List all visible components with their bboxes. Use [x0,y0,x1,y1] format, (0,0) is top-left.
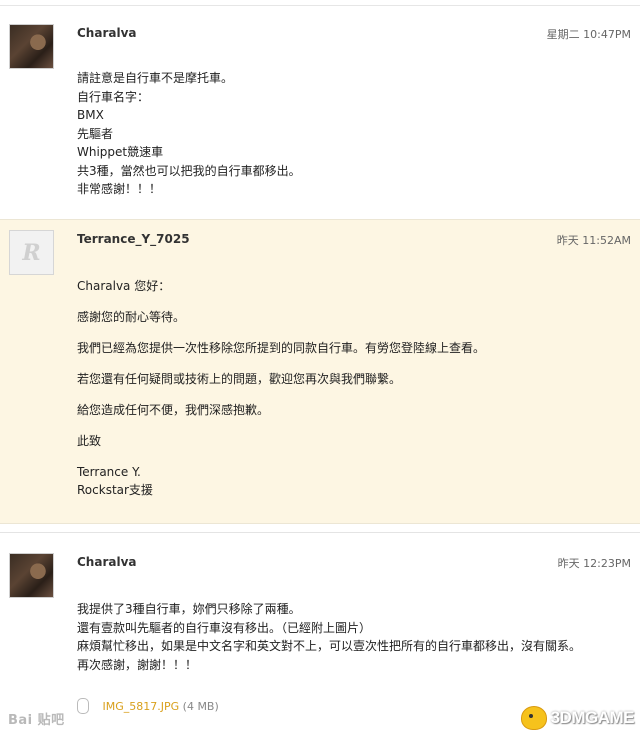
message-body: 我提供了3種自行車，妳們只移除了兩種。 還有壹款叫先驅者的自行車沒有移出。（已經… [77,600,620,674]
message-line: Charalva 您好： [77,279,171,293]
message-line: 麻煩幫忙移出，如果是中文名字和英文對不上，可以壹次性把所有的自行車都移出，沒有關… [77,639,582,653]
message-line: Terrance Y. [77,465,141,479]
message-1: Charalva 星期二 10:47PM 請註意是自行車不是摩托車。 自行車名字… [0,6,640,214]
message-line: 共3種，當然也可以把我的自行車都移出。 [77,163,301,178]
watermark-text: 3DMGAME [550,708,635,727]
message-line: 先驅者 [77,126,114,141]
attachment-size: (4 MB) [182,700,219,713]
message-author[interactable]: Terrance_Y_7025 [77,232,190,246]
mascot-icon [520,706,547,730]
message-3: Charalva 昨天 12:23PM 我提供了3種自行車，妳們只移除了兩種。 … [0,533,640,703]
message-body: 請註意是自行車不是摩托車。 自行車名字： BMX 先驅者 Whippet競速車 … [77,69,620,199]
message-line: 我提供了3種自行車，妳們只移除了兩種。 [77,602,301,616]
message-author[interactable]: Charalva [77,26,137,40]
message-line: 還有壹款叫先驅者的自行車沒有移出。（已經附上圖片） [77,620,372,635]
message-line: Whippet競速車 [77,145,164,159]
message-author[interactable]: Charalva [77,555,137,569]
paperclip-icon [77,698,89,714]
avatar[interactable] [9,24,54,69]
message-body: Charalva 您好： 感謝您的耐心等待。 我們已經為您提供一次性移除您所提到… [77,278,620,513]
message-line: 我們已經為您提供一次性移除您所提到的同款自行車。有勞您登陸線上查看。 [77,341,486,355]
message-line: 再次感謝，謝謝！！！ [77,657,198,672]
message-line: 此致 [77,434,102,448]
message-line: 請註意是自行車不是摩托車。 [77,71,234,85]
message-line: 感謝您的耐心等待。 [77,310,186,324]
baidu-watermark: Bai 贴吧 [8,713,65,728]
message-timestamp: 星期二 10:47PM [546,28,631,41]
attachment: IMG_5817.JPG (4 MB) [77,698,219,715]
message-2: R Terrance_Y_7025 昨天 11:52AM Charalva 您好… [0,219,640,524]
message-line: BMX [77,108,104,122]
message-line: 自行車名字： [77,89,150,104]
message-line: 若您還有任何疑問或技術上的問題，歡迎您再次與我們聯繫。 [77,372,402,386]
message-timestamp: 昨天 11:52AM [556,234,631,247]
rockstar-logo-icon: R [22,239,41,266]
message-line: 非常感謝！！！ [77,182,162,196]
message-line: Rockstar支援 [77,483,153,497]
message-timestamp: 昨天 12:23PM [557,557,631,570]
site-watermark: 3DMGAME [520,706,635,730]
avatar[interactable] [9,553,54,598]
avatar[interactable]: R [9,230,54,275]
attachment-link[interactable]: IMG_5817.JPG [103,700,180,713]
message-line: 給您造成任何不便，我們深感抱歉。 [77,403,270,417]
